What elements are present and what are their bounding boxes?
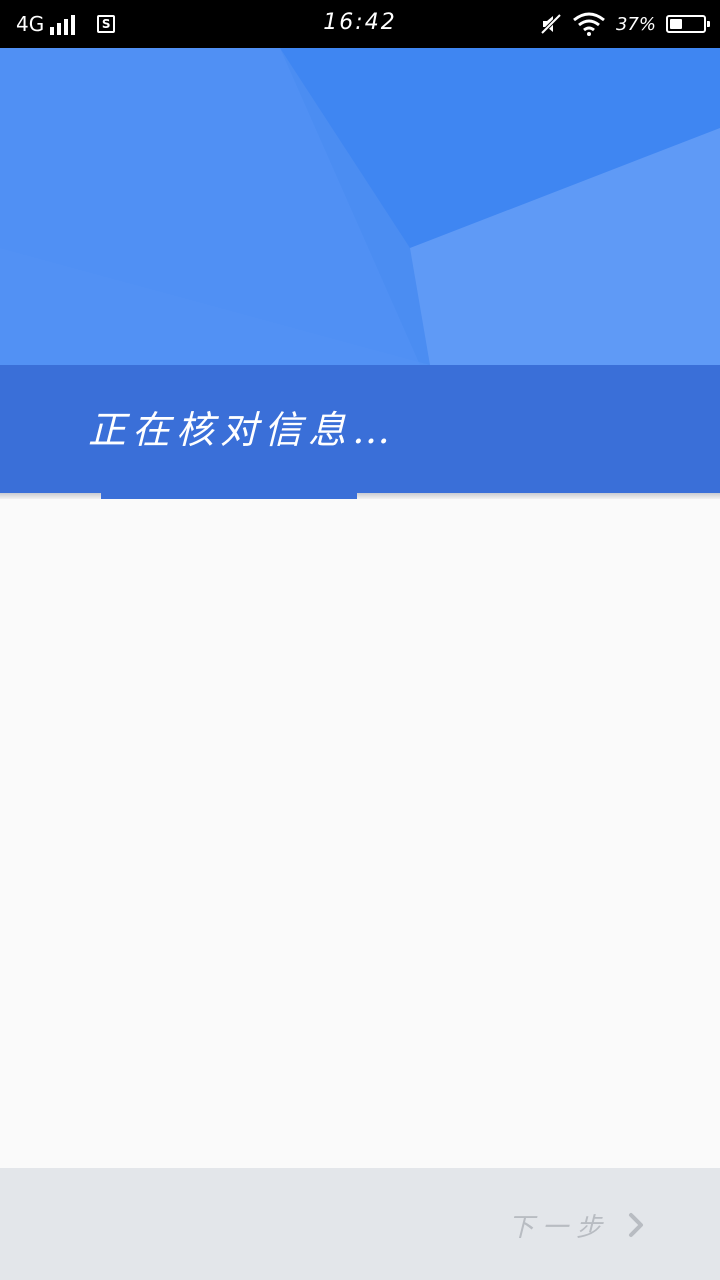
chevron-right-icon (629, 1213, 643, 1237)
next-step-button[interactable]: 下一步 (508, 1200, 644, 1250)
header-banner (0, 48, 720, 365)
wifi-icon (573, 12, 605, 36)
battery-percent: 37% (615, 13, 656, 35)
status-bar: 4G S 16:42 37% (0, 0, 720, 48)
status-band: 正在核对信息… (0, 365, 720, 493)
banner-background-shapes (0, 48, 720, 365)
next-step-label: 下一步 (507, 1212, 610, 1243)
verification-status-title: 正在核对信息… (88, 408, 397, 452)
status-bar-right: 37% (540, 0, 710, 48)
main-content (0, 499, 720, 1168)
battery-charging-icon (666, 15, 710, 33)
mute-icon (540, 13, 562, 35)
charging-bolt-icon (682, 18, 690, 30)
